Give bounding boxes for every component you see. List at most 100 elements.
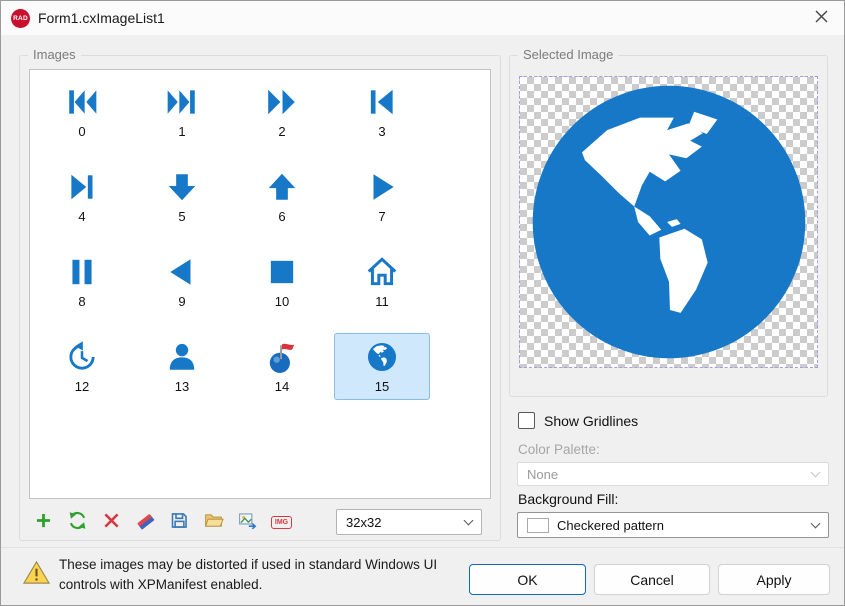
image-index-label: 1 (178, 124, 185, 139)
image-list-item[interactable]: 2 (232, 78, 332, 163)
cancel-button[interactable]: Cancel (594, 564, 710, 595)
image-list-item-selected[interactable]: 15 (332, 333, 432, 418)
image-list-toolbar: IMG 32x32 (30, 508, 482, 536)
load-images-button[interactable] (200, 509, 227, 536)
play-reverse-icon (165, 255, 199, 289)
clear-images-button[interactable] (132, 509, 159, 536)
background-fill-label: Background Fill: (518, 491, 618, 507)
show-gridlines-row: Show Gridlines (518, 412, 638, 429)
image-index-label: 15 (375, 379, 389, 394)
close-icon (815, 10, 828, 26)
image-list-item[interactable]: 0 (32, 78, 132, 163)
home-icon (365, 255, 399, 289)
background-fill-select[interactable]: Checkered pattern (517, 512, 829, 538)
images-groupbox: Images 0 1 2 3 (19, 55, 501, 541)
user-icon (165, 340, 199, 374)
refresh-icon (67, 510, 88, 534)
image-list-item[interactable]: 6 (232, 163, 332, 248)
fast-forward-icon (265, 85, 299, 119)
image-list-item[interactable]: 4 (32, 163, 132, 248)
previous-icon (365, 85, 399, 119)
show-gridlines-label: Show Gridlines (544, 413, 638, 429)
image-grid: 0 1 2 3 4 (32, 78, 432, 418)
eraser-icon (135, 510, 156, 534)
flag-icon (265, 340, 299, 374)
export-image-button[interactable] (234, 509, 261, 536)
image-list-item[interactable]: 14 (232, 333, 332, 418)
image-list-item[interactable]: 3 (332, 78, 432, 163)
arrow-down-icon (165, 170, 199, 204)
titlebar: RAD Form1.cxImageList1 (1, 1, 844, 35)
images-group-label: Images (28, 47, 81, 62)
image-list-item[interactable]: 9 (132, 248, 232, 333)
size-select[interactable]: 32x32 (336, 509, 482, 535)
apply-button[interactable]: Apply (718, 564, 830, 595)
globe-icon (365, 340, 399, 374)
image-index-label: 3 (378, 124, 385, 139)
image-index-label: 7 (378, 209, 385, 224)
cximagelist-editor-dialog: RAD Form1.cxImageList1 Images 0 1 (0, 0, 845, 606)
image-list-item[interactable]: 1 (132, 78, 232, 163)
replace-image-button[interactable] (64, 509, 91, 536)
warning-icon (23, 560, 50, 585)
image-list-item[interactable]: 5 (132, 163, 232, 248)
close-button[interactable] (798, 1, 844, 35)
color-palette-label: Color Palette: (518, 442, 600, 457)
footer-bar: These images may be distorted if used in… (1, 547, 844, 605)
last-icon (165, 85, 199, 119)
image-index-label: 13 (175, 379, 189, 394)
image-index-label: 5 (178, 209, 185, 224)
image-index-label: 12 (75, 379, 89, 394)
show-gridlines-checkbox[interactable] (518, 412, 535, 429)
image-index-label: 11 (375, 294, 389, 309)
selected-image-group-label: Selected Image (518, 47, 618, 62)
image-list-item[interactable]: 8 (32, 248, 132, 333)
selected-image-preview (519, 76, 818, 368)
image-list-item[interactable]: 7 (332, 163, 432, 248)
rad-studio-icon: RAD (11, 9, 30, 28)
image-index-label: 9 (178, 294, 185, 309)
image-index-label: 2 (278, 124, 285, 139)
image-index-label: 14 (275, 379, 289, 394)
delete-x-icon (101, 510, 122, 534)
color-palette-value: None (527, 467, 558, 482)
chevron-down-icon (811, 468, 821, 478)
chevron-down-icon (464, 516, 474, 526)
save-disk-icon (169, 510, 190, 534)
size-select-value: 32x32 (346, 515, 381, 530)
plus-icon (33, 510, 54, 534)
ok-button[interactable]: OK (469, 564, 586, 595)
window-title: Form1.cxImageList1 (38, 10, 165, 26)
image-index-label: 6 (278, 209, 285, 224)
stop-icon (265, 255, 299, 289)
next-icon (65, 170, 99, 204)
fill-color-swatch (527, 518, 549, 533)
background-fill-value: Checkered pattern (557, 518, 664, 533)
globe-preview-image (522, 77, 816, 367)
open-folder-icon (203, 510, 224, 534)
image-list-item[interactable]: 11 (332, 248, 432, 333)
img-format-icon: IMG (271, 516, 292, 529)
warning-text: These images may be distorted if used in… (59, 555, 465, 596)
image-index-label: 10 (275, 294, 289, 309)
delete-image-button[interactable] (98, 509, 125, 536)
add-image-button[interactable] (30, 509, 57, 536)
image-index-label: 0 (78, 124, 85, 139)
selected-image-groupbox: Selected Image (509, 55, 828, 397)
color-palette-select: None (517, 462, 829, 486)
chevron-down-icon (811, 519, 821, 529)
image-index-label: 4 (78, 209, 85, 224)
image-list-item[interactable]: 12 (32, 333, 132, 418)
image-index-label: 8 (78, 294, 85, 309)
first-icon (65, 85, 99, 119)
save-images-button[interactable] (166, 509, 193, 536)
picture-export-icon (237, 510, 258, 534)
image-list-item[interactable]: 10 (232, 248, 332, 333)
arrow-up-icon (265, 170, 299, 204)
history-icon (65, 340, 99, 374)
pause-icon (65, 255, 99, 289)
play-icon (365, 170, 399, 204)
image-list-item[interactable]: 13 (132, 333, 232, 418)
image-list[interactable]: 0 1 2 3 4 (29, 69, 491, 499)
export-img-format-button[interactable]: IMG (268, 509, 295, 536)
